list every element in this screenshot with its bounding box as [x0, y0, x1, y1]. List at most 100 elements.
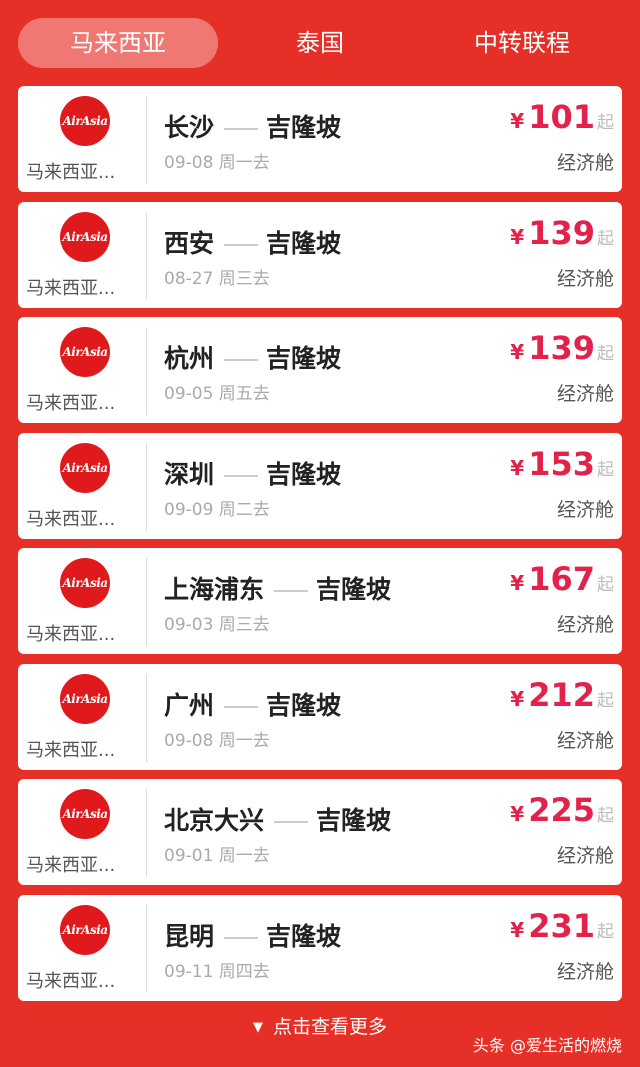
flight-card[interactable]: AirAsia 马来西亚... 上海浦东 吉隆坡 09-03 周三去 ¥167 起经济舱: [18, 548, 622, 654]
price-suffix: 起: [597, 921, 614, 942]
destination-city: 吉隆坡: [266, 228, 342, 258]
price-suffix: 起: [597, 113, 614, 133]
price-amount: 153: [528, 444, 595, 483]
airline-name: 马来西亚...: [26, 739, 116, 761]
route-arrow-line: [224, 128, 259, 130]
price-amount: 231: [528, 906, 595, 945]
airline-name: 马来西亚...: [26, 970, 116, 992]
currency-symbol: ¥: [510, 686, 525, 711]
cabin-class: 经济舱: [556, 498, 614, 521]
airasia-logo: AirAsia: [60, 96, 110, 146]
price-amount: 212: [528, 675, 595, 714]
airline-name: 马来西亚...: [26, 855, 116, 876]
divider: [146, 211, 147, 300]
flight-card[interactable]: AirAsia 马来西亚... 长沙 吉隆坡 09-08 周一去 ¥101 起经济舱: [18, 86, 622, 192]
airline-logo-area: AirAsia 马来西亚...: [18, 895, 146, 1001]
airasia-logo: AirAsia: [60, 789, 110, 839]
airasia-logo: AirAsia: [60, 327, 110, 377]
airline-name: 马来西亚...: [26, 624, 116, 645]
route-arrow-line: [224, 936, 259, 939]
airasia-logo: AirAsia: [60, 673, 110, 724]
price-amount: 101: [528, 98, 595, 136]
divider: [146, 789, 147, 877]
price-amount: 167: [528, 560, 595, 598]
cabin-class: 经济舱: [556, 960, 614, 983]
price-suffix: 起: [597, 228, 614, 249]
origin-city: 西安: [164, 228, 215, 258]
destination-city: 吉隆坡: [316, 806, 392, 835]
destination-city: 吉隆坡: [316, 575, 392, 604]
price: ¥139 起: [510, 214, 614, 252]
divider: [146, 442, 147, 531]
price: ¥139 起: [510, 329, 614, 367]
airline-name: 马来西亚...: [26, 277, 116, 299]
flight-card[interactable]: AirAsia 马来西亚... 北京大兴 吉隆坡 09-01 周一去 ¥225 起经济舱: [18, 779, 622, 885]
price-suffix: 起: [597, 806, 614, 826]
origin-city: 长沙: [164, 113, 215, 142]
flight-card[interactable]: AirAsia 马来西亚... 昆明 吉隆坡 09-11 周四去 ¥231 起经济舱: [18, 894, 622, 1001]
route: 北京大兴 吉隆坡: [164, 801, 391, 837]
currency-symbol: ¥: [510, 571, 525, 595]
flight-card[interactable]: AirAsia 马来西亚... 深圳 吉隆坡 09-09 周二去 ¥153 起经济舱: [18, 432, 622, 539]
region-tabs: 马来西亚 泰国 中转联程: [0, 0, 640, 80]
origin-city: 广州: [164, 690, 215, 720]
cabin-class: 经济舱: [556, 152, 614, 174]
price-suffix: 起: [597, 344, 614, 364]
destination-city: 吉隆坡: [266, 459, 342, 489]
airline-logo-area: AirAsia 马来西亚...: [18, 433, 146, 539]
tab-connecting[interactable]: 中转联程: [422, 18, 622, 68]
destination-city: 吉隆坡: [266, 690, 342, 720]
airasia-logo: AirAsia: [60, 558, 110, 608]
price: ¥225 起: [510, 791, 614, 829]
flight-card[interactable]: AirAsia 马来西亚... 广州 吉隆坡 09-08 周一去 ¥212 起经济舱: [18, 663, 622, 770]
currency-symbol: ¥: [510, 455, 525, 480]
destination-city: 吉隆坡: [266, 113, 342, 142]
departure-date: 08-27 周三去: [164, 268, 270, 289]
cabin-class: 经济舱: [556, 267, 614, 290]
price-suffix: 起: [597, 690, 614, 711]
price-amount: 139: [528, 213, 595, 252]
watermark: 头条 @爱生活的燃烧: [472, 1036, 622, 1055]
destination-city: 吉隆坡: [266, 344, 342, 373]
route-arrow-line: [224, 359, 259, 361]
departure-date: 09-09 周二去: [164, 499, 270, 520]
origin-city: 昆明: [164, 921, 215, 951]
departure-date: 09-08 周一去: [164, 153, 270, 173]
origin-city: 上海浦东: [164, 575, 265, 604]
airline-logo-area: AirAsia 马来西亚...: [18, 548, 146, 654]
departure-date: 09-03 周三去: [164, 615, 270, 635]
tab-malaysia[interactable]: 马来西亚: [18, 18, 218, 68]
cabin-class: 经济舱: [556, 614, 614, 636]
airline-logo-area: AirAsia 马来西亚...: [18, 202, 146, 308]
departure-date: 09-01 周一去: [164, 846, 270, 866]
price: ¥212 起: [510, 676, 614, 714]
route: 深圳 吉隆坡: [164, 455, 341, 491]
cabin-class: 经济舱: [556, 729, 614, 752]
flight-card[interactable]: AirAsia 马来西亚... 西安 吉隆坡 08-27 周三去 ¥139 起经济舱: [18, 201, 622, 308]
currency-symbol: ¥: [510, 109, 525, 133]
airline-name: 马来西亚...: [26, 393, 116, 414]
tab-thailand[interactable]: 泰国: [220, 18, 420, 68]
departure-date: 09-05 周五去: [164, 384, 270, 404]
price-amount: 225: [528, 791, 595, 829]
show-more-label: 点击查看更多: [272, 1016, 387, 1038]
divider: [146, 673, 147, 762]
airline-logo-area: AirAsia 马来西亚...: [18, 779, 146, 885]
divider: [146, 904, 147, 993]
price: ¥101 起: [510, 98, 614, 136]
airline-name: 马来西亚...: [26, 162, 116, 183]
route-arrow-line: [224, 474, 259, 477]
route: 杭州 吉隆坡: [164, 339, 341, 375]
route-arrow-line: [274, 821, 309, 823]
route-arrow-line: [274, 590, 309, 592]
airline-logo-area: AirAsia 马来西亚...: [18, 664, 146, 770]
route: 昆明 吉隆坡: [164, 917, 341, 953]
chevron-down-icon: ▼: [252, 1020, 263, 1035]
divider: [146, 558, 147, 646]
flight-card[interactable]: AirAsia 马来西亚... 杭州 吉隆坡 09-05 周五去 ¥139 起经济舱: [18, 317, 622, 423]
origin-city: 深圳: [164, 459, 215, 489]
price: ¥153 起: [510, 445, 614, 483]
currency-symbol: ¥: [510, 340, 525, 364]
route: 上海浦东 吉隆坡: [164, 570, 391, 606]
airasia-logo: AirAsia: [60, 211, 110, 262]
